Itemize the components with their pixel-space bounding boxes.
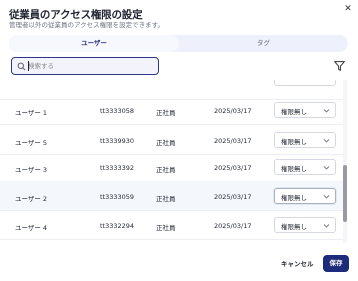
search-input[interactable]	[28, 60, 154, 72]
permission-select[interactable]: 権限無し	[274, 102, 336, 118]
scrollbar[interactable]	[343, 80, 347, 243]
employment-type: 正社員	[156, 139, 176, 147]
registered-date: 2025/03/17	[214, 164, 252, 172]
filter-icon[interactable]	[334, 61, 345, 71]
chevron-down-icon	[323, 195, 330, 199]
user-list: ユーザー 1 tt3333058 正社員 2025/03/17 権限無し ユーザー 5 tt…	[0, 80, 343, 243]
chevron-down-icon	[323, 139, 330, 143]
dialog-subtitle: 管理者以外の従業員のアクセス権限を設定できます。	[9, 21, 165, 29]
registered-date: 2025/03/17	[214, 137, 252, 145]
user-id: tt3333392	[100, 164, 135, 172]
close-icon[interactable]: ✕	[343, 4, 353, 14]
user-id: tt3333059	[100, 193, 135, 201]
registered-date: 2025/03/17	[214, 107, 252, 115]
text-cursor	[28, 61, 29, 71]
search-box[interactable]	[11, 57, 159, 75]
permission-value: 権限無し	[281, 165, 307, 173]
tab-users[interactable]: ユーザー	[9, 35, 179, 52]
permission-select[interactable]: 権限無し	[274, 132, 336, 148]
cancel-button[interactable]: キャンセル	[281, 257, 314, 271]
chevron-down-icon	[323, 224, 330, 228]
user-name: ユーザー 2	[15, 195, 48, 203]
permission-select[interactable]	[274, 80, 336, 86]
user-name: ユーザー 1	[15, 109, 48, 117]
table-row: ユーザー 1 tt3333058 正社員 2025/03/17 権限無し	[0, 95, 343, 125]
permission-select[interactable]: 権限無し	[274, 188, 336, 204]
permission-value: 権限無し	[281, 138, 307, 146]
tab-bar: ユーザー タグ	[9, 35, 348, 52]
user-id: tt3332294	[100, 222, 135, 230]
chevron-down-icon	[323, 166, 330, 170]
table-row	[0, 240, 343, 243]
user-id: tt3333058	[100, 107, 135, 115]
registered-date: 2025/03/17	[214, 222, 252, 230]
table-row: ユーザー 3 tt3333392 正社員 2025/03/17 権限無し	[0, 152, 343, 182]
employment-type: 正社員	[156, 195, 176, 203]
chevron-down-icon	[323, 109, 330, 113]
scrollbar-thumb[interactable]	[343, 165, 347, 222]
save-button[interactable]: 保存	[323, 255, 349, 272]
access-permission-dialog: 従業員のアクセス権限の設定 管理者以外の従業員のアクセス権限を設定できます。 ✕…	[0, 0, 358, 281]
permission-select[interactable]: 権限無し	[274, 217, 336, 233]
employment-type: 正社員	[156, 109, 176, 117]
table-row: ユーザー 5 tt3339930 正社員 2025/03/17 権限無し	[0, 125, 343, 155]
table-row: ユーザー 4 tt3332294 正社員 2025/03/17 権限無し	[0, 210, 343, 240]
user-name: ユーザー 5	[15, 139, 48, 147]
table-row: ユーザー 2 tt3333059 正社員 2025/03/17 権限無し	[0, 181, 343, 211]
user-name: ユーザー 3	[15, 166, 48, 174]
registered-date: 2025/03/17	[214, 193, 252, 201]
permission-value: 権限無し	[281, 194, 307, 202]
tab-tags[interactable]: タグ	[179, 35, 348, 52]
employment-type: 正社員	[156, 224, 176, 232]
permission-select[interactable]: 権限無し	[274, 159, 336, 175]
search-icon	[17, 62, 26, 70]
user-name: ユーザー 4	[15, 224, 48, 232]
employment-type: 正社員	[156, 166, 176, 174]
user-id: tt3339930	[100, 137, 135, 145]
permission-value: 権限無し	[281, 223, 307, 231]
permission-value: 権限無し	[281, 108, 307, 116]
